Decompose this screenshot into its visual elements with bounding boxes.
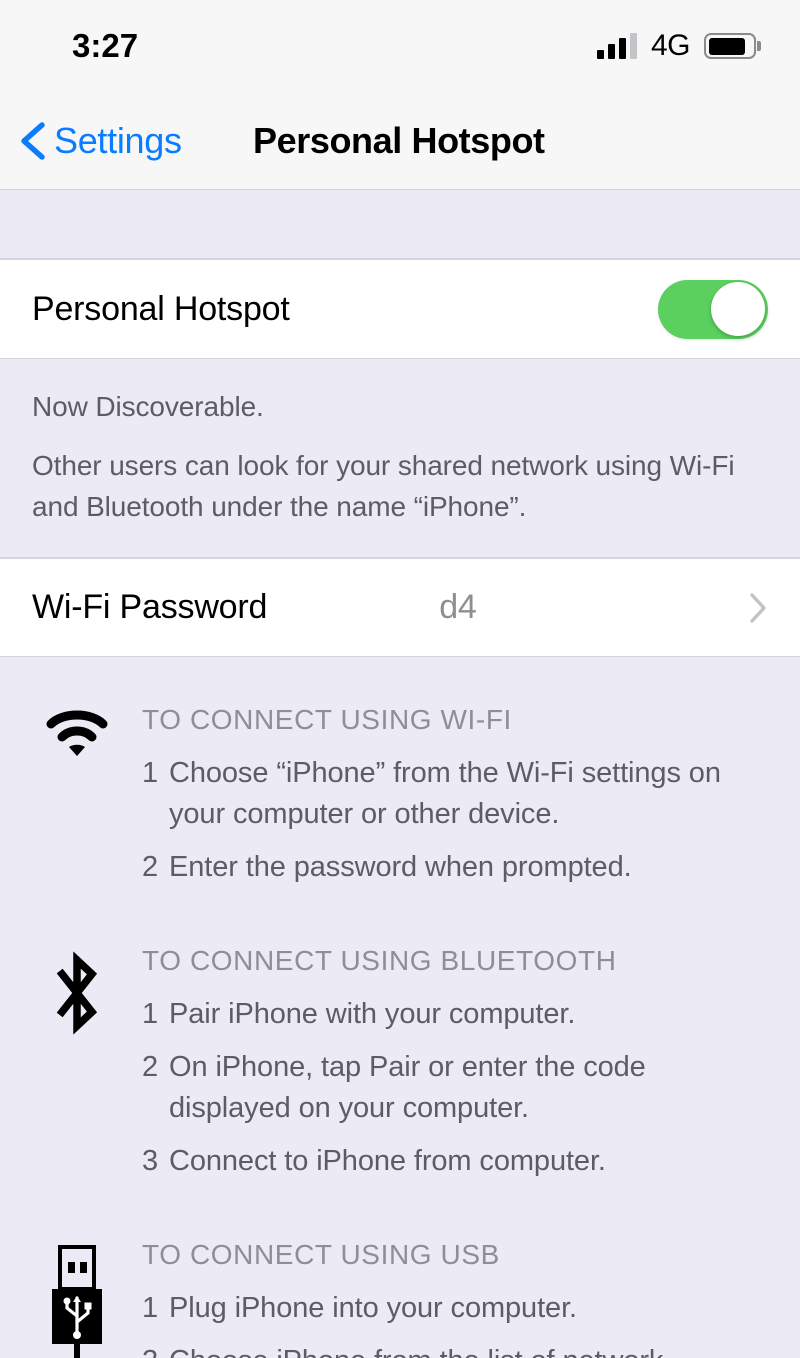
step-text: Choose “iPhone” from the Wi-Fi settings …: [169, 753, 772, 835]
step-number: 2: [142, 1341, 169, 1358]
personal-hotspot-toggle[interactable]: [658, 280, 768, 339]
bluetooth-icon: [30, 944, 124, 1036]
status-bar: 3:27 4G: [0, 0, 800, 92]
connection-instructions: TO CONNECT USING WI-FI 1 Choose “iPhone”…: [0, 657, 800, 1358]
step-number: 3: [142, 1141, 169, 1182]
personal-hotspot-label: Personal Hotspot: [32, 290, 290, 329]
step-text: On iPhone, tap Pair or enter the code di…: [169, 1047, 772, 1129]
step-number: 1: [142, 994, 169, 1035]
step-number: 1: [142, 753, 169, 835]
status-indicators: 4G: [597, 29, 756, 63]
instruction-step: 2 On iPhone, tap Pair or enter the code …: [142, 1047, 772, 1129]
battery-icon: [704, 33, 756, 59]
discoverable-status: Now Discoverable.: [32, 386, 768, 427]
usb-icon: [30, 1238, 124, 1358]
instruction-body: TO CONNECT USING BLUETOOTH 1 Pair iPhone…: [124, 944, 772, 1194]
instruction-block-wifi: TO CONNECT USING WI-FI 1 Choose “iPhone”…: [0, 703, 800, 900]
back-button-label: Settings: [54, 120, 182, 162]
discoverable-description: Other users can look for your shared net…: [32, 445, 768, 527]
cellular-signal-icon: [597, 33, 637, 59]
instruction-heading: TO CONNECT USING WI-FI: [142, 703, 772, 737]
group-spacer: [0, 190, 800, 259]
navigation-bar: Settings Personal Hotspot: [0, 92, 800, 190]
page-title: Personal Hotspot: [253, 120, 545, 162]
instruction-body: TO CONNECT USING WI-FI 1 Choose “iPhone”…: [124, 703, 772, 900]
instruction-step: 1 Plug iPhone into your computer.: [142, 1288, 772, 1329]
step-text: Enter the password when prompted.: [169, 847, 772, 888]
chevron-right-icon: [748, 591, 768, 625]
step-text: Choose iPhone from the list of network s…: [169, 1341, 772, 1358]
personal-hotspot-row[interactable]: Personal Hotspot: [0, 259, 800, 359]
instruction-block-usb: TO CONNECT USING USB 1 Plug iPhone into …: [0, 1238, 800, 1358]
instruction-body: TO CONNECT USING USB 1 Plug iPhone into …: [124, 1238, 772, 1358]
step-number: 2: [142, 1047, 169, 1129]
step-number: 2: [142, 847, 169, 888]
wifi-password-label: Wi-Fi Password: [32, 588, 267, 627]
instruction-heading: TO CONNECT USING USB: [142, 1238, 772, 1272]
toggle-knob: [711, 282, 765, 336]
chevron-left-icon: [16, 119, 50, 163]
instruction-step: 1 Pair iPhone with your computer.: [142, 994, 772, 1035]
step-text: Pair iPhone with your computer.: [169, 994, 772, 1035]
wifi-icon: [30, 703, 124, 759]
instruction-block-bluetooth: TO CONNECT USING BLUETOOTH 1 Pair iPhone…: [0, 944, 800, 1194]
instruction-step: 3 Connect to iPhone from computer.: [142, 1141, 772, 1182]
personal-hotspot-screen: 3:27 4G Settings Personal Hotspot Person…: [0, 0, 800, 1358]
instruction-step: 1 Choose “iPhone” from the Wi-Fi setting…: [142, 753, 772, 835]
step-number: 1: [142, 1288, 169, 1329]
wifi-password-row[interactable]: Wi-Fi Password d4: [0, 558, 800, 657]
instruction-step: 2 Choose iPhone from the list of network…: [142, 1341, 772, 1358]
status-time: 3:27: [72, 27, 138, 65]
instruction-step: 2 Enter the password when prompted.: [142, 847, 772, 888]
instruction-heading: TO CONNECT USING BLUETOOTH: [142, 944, 772, 978]
wifi-password-value: d4: [267, 588, 476, 627]
step-text: Plug iPhone into your computer.: [169, 1288, 772, 1329]
network-type-label: 4G: [651, 29, 690, 63]
step-text: Connect to iPhone from computer.: [169, 1141, 772, 1182]
back-button[interactable]: Settings: [16, 119, 182, 163]
discoverable-footer: Now Discoverable. Other users can look f…: [0, 359, 800, 558]
